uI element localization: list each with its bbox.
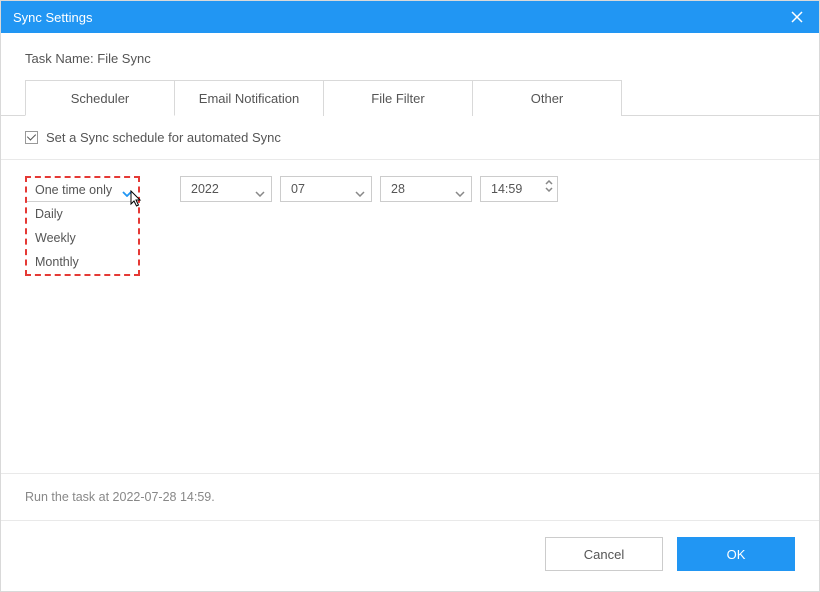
schedule-enable-checkbox[interactable] xyxy=(25,131,38,144)
chevron-down-icon xyxy=(255,186,265,200)
tab-scheduler[interactable]: Scheduler xyxy=(25,80,175,116)
chevron-up-icon xyxy=(545,180,553,185)
tab-content: Set a Sync schedule for automated Sync O… xyxy=(1,115,819,292)
frequency-option-weekly[interactable]: Weekly xyxy=(27,226,138,250)
chevron-down-icon xyxy=(355,186,365,200)
button-row: Cancel OK xyxy=(1,520,819,591)
frequency-option-once[interactable]: One time only xyxy=(27,178,138,202)
time-spinner[interactable] xyxy=(545,180,553,192)
footer: Run the task at 2022-07-28 14:59. Cancel… xyxy=(1,473,819,591)
window-title: Sync Settings xyxy=(13,10,93,25)
scheduler-body: One time only Daily Weekly Monthly 2022 xyxy=(1,160,819,292)
month-select[interactable]: 07 xyxy=(280,176,372,202)
task-name-label: Task Name: File Sync xyxy=(1,33,819,80)
tab-other[interactable]: Other xyxy=(472,80,622,116)
close-icon xyxy=(791,11,803,23)
chevron-down-icon xyxy=(455,186,465,200)
tab-file-filter[interactable]: File Filter xyxy=(323,80,473,116)
frequency-option-daily[interactable]: Daily xyxy=(27,202,138,226)
date-selectors: 2022 07 28 xyxy=(180,176,558,202)
day-select[interactable]: 28 xyxy=(380,176,472,202)
schedule-enable-row: Set a Sync schedule for automated Sync xyxy=(1,116,819,160)
close-button[interactable] xyxy=(787,7,807,27)
frequency-dropdown[interactable]: One time only Daily Weekly Monthly xyxy=(25,176,140,276)
titlebar: Sync Settings xyxy=(1,1,819,33)
time-input[interactable]: 14:59 xyxy=(480,176,558,202)
year-select[interactable]: 2022 xyxy=(180,176,272,202)
frequency-option-monthly[interactable]: Monthly xyxy=(27,250,138,274)
chevron-down-icon xyxy=(545,187,553,192)
tab-email-notification[interactable]: Email Notification xyxy=(174,80,324,116)
cursor-icon xyxy=(130,190,144,211)
ok-button[interactable]: OK xyxy=(677,537,795,571)
sync-settings-window: Sync Settings Task Name: File Sync Sched… xyxy=(0,0,820,592)
schedule-enable-label: Set a Sync schedule for automated Sync xyxy=(46,130,281,145)
cancel-button[interactable]: Cancel xyxy=(545,537,663,571)
tab-bar: Scheduler Email Notification File Filter… xyxy=(25,80,795,116)
run-info-label: Run the task at 2022-07-28 14:59. xyxy=(1,473,819,520)
